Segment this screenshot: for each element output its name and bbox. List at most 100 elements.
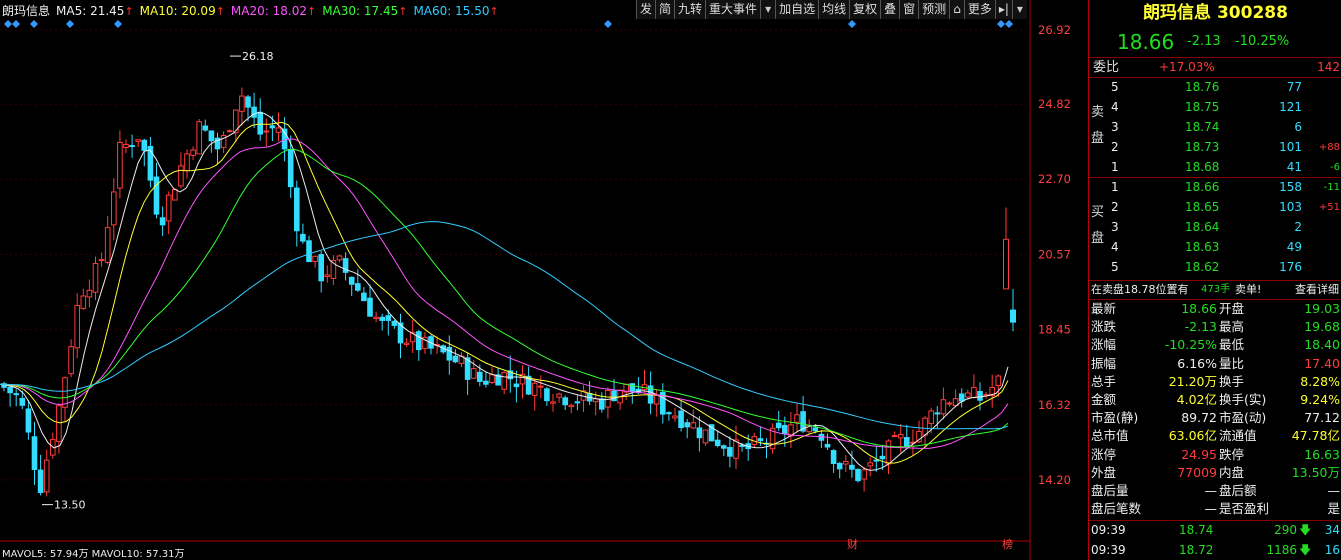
buy-order-row[interactable]: 4 18.63 49 <box>1089 238 1341 257</box>
candle-body <box>830 450 837 465</box>
toolbar-button[interactable]: 重大事件 <box>705 0 761 19</box>
y-axis-tick-label: 22.70 <box>1038 172 1071 186</box>
order-price: 18.75 <box>1185 100 1220 114</box>
stat-label: 涨停 <box>1091 446 1117 462</box>
buy-order-row[interactable]: 1 18.66 158 -11 <box>1089 178 1341 197</box>
toolbar-button[interactable]: 发 <box>636 0 656 19</box>
candle-body <box>324 274 331 277</box>
sell-order-row[interactable]: 2 18.73 101 +88 <box>1089 138 1341 157</box>
order-level: 3 <box>1111 120 1119 134</box>
candle-body <box>836 462 843 470</box>
notice-detail-link[interactable]: 查看详细 <box>1295 280 1339 299</box>
candle-body <box>897 434 904 439</box>
candle-body <box>306 240 312 263</box>
ma-legend: 朗玛信息 MA5: 21.45↑ MA10: 20.09↑ MA20: 18.02↑ M… <box>2 2 505 18</box>
toolbar-button[interactable]: ⌂ <box>949 0 964 19</box>
ma-legend-item: MA20: 18.02 <box>230 4 307 18</box>
toolbar-button[interactable]: ▾ <box>760 0 776 19</box>
toolbar-button[interactable]: 简 <box>655 0 675 19</box>
notice-text: 在卖盘18.78位置有 <box>1091 283 1189 296</box>
order-level: 1 <box>1111 160 1119 174</box>
event-marker-icon <box>1005 20 1013 28</box>
candle-body <box>1003 238 1009 290</box>
stat-value-2: 77.12 <box>1304 410 1340 426</box>
candle-body <box>550 401 556 404</box>
tick-row: 09:39 18.74 290 🡇 34 <box>1089 521 1341 540</box>
stat-label-2: 内盘 <box>1219 464 1245 480</box>
toolbar-button[interactable]: 更多 <box>963 0 995 19</box>
sell-order-row[interactable]: 3 18.74 6 <box>1089 118 1341 137</box>
candle-body <box>861 469 867 480</box>
stat-label: 市盈(静) <box>1091 410 1139 426</box>
toolbar-button[interactable]: 叠 <box>880 0 900 19</box>
candle-body <box>946 402 953 405</box>
stock-name: 朗玛信息 <box>1143 3 1212 23</box>
candle-body <box>867 462 874 467</box>
stat-value: 4.02亿 <box>1176 392 1217 407</box>
candle-body <box>123 143 129 148</box>
stat-label-2: 流通值 <box>1219 428 1257 444</box>
candle-body <box>489 374 495 383</box>
stock-code: 300288 <box>1216 3 1288 23</box>
toolbar-button[interactable]: ▾ <box>1011 0 1027 19</box>
stat-label-2: 开盘 <box>1219 301 1245 316</box>
stat-row: 最新 18.66 开盘 19.03 <box>1089 300 1341 318</box>
kline-chart-svg[interactable]: 26.92 24.82 22.70 20.57 18.45 16.32 14.20 26.18… <box>0 0 1088 560</box>
candle-body <box>184 153 190 172</box>
candle-body <box>355 283 361 291</box>
stat-label: 总市值 <box>1091 428 1129 444</box>
toolbar-button[interactable]: 均线 <box>818 0 850 19</box>
tick-time: 09:39 <box>1091 523 1126 537</box>
buy-side-label: 买 盘 <box>1091 200 1105 252</box>
stat-row: 涨幅 -10.25% 最低 18.40 <box>1089 336 1341 354</box>
stat-value-2: — <box>1327 483 1341 498</box>
candle-body <box>251 106 257 118</box>
buy-order-row[interactable]: 2 18.65 103 +51 <box>1089 198 1341 217</box>
notice-type: 卖单! <box>1235 283 1262 296</box>
candle-body <box>538 385 544 388</box>
buy-label-1: 买 <box>1091 205 1105 220</box>
toolbar-button[interactable]: 复权 <box>849 0 881 19</box>
tick-time: 09:39 <box>1091 543 1126 557</box>
stat-row: 涨停 24.95 跌停 16.63 <box>1089 446 1341 464</box>
candle-body <box>599 398 605 410</box>
stat-row: 总市值 63.06亿 流通值 47.78亿 <box>1089 427 1341 445</box>
event-marker-icon <box>66 20 74 28</box>
candle-body <box>446 346 453 361</box>
stat-value: -10.25% <box>1164 337 1217 353</box>
order-volume: 6 <box>1294 120 1302 134</box>
order-price: 18.64 <box>1185 220 1220 234</box>
candle-body <box>452 355 459 363</box>
ma-legend-stock-name: 朗玛信息 <box>2 4 51 18</box>
candle-body <box>714 439 721 447</box>
y-axis-tick-label: 16.32 <box>1038 398 1071 412</box>
toolbar-button[interactable]: ▸| <box>994 0 1012 19</box>
candle-body <box>556 393 562 398</box>
toolbar-button[interactable]: 加自选 <box>775 0 819 19</box>
sell-order-row[interactable]: 4 18.75 121 <box>1089 98 1341 117</box>
sell-order-row[interactable]: 1 18.68 41 -6 <box>1089 158 1341 177</box>
buy-order-row[interactable]: 5 18.62 176 <box>1089 258 1341 277</box>
candle-body <box>92 263 99 293</box>
ma20-line <box>0 138 1009 449</box>
toolbar-button[interactable]: 九转 <box>674 0 706 19</box>
candle-body <box>190 149 196 156</box>
candle-body <box>416 331 422 351</box>
toolbar-button[interactable]: 窗 <box>899 0 919 19</box>
candle-body <box>775 422 782 429</box>
stat-row: 总手 21.20万 换手 8.28% <box>1089 373 1341 391</box>
rank-event-label: 榜 <box>1002 537 1013 551</box>
candle-body <box>56 405 62 442</box>
candle-body <box>904 437 910 447</box>
order-level: 3 <box>1111 220 1119 234</box>
candle-body <box>849 464 855 470</box>
kline-chart[interactable]: 26.92 24.82 22.70 20.57 18.45 16.32 14.20 26.18… <box>0 0 1088 560</box>
ma60-line <box>0 221 1009 430</box>
order-volume: 121 <box>1279 100 1302 114</box>
high-price-label: 26.18 <box>242 50 274 63</box>
toolbar-button[interactable]: 预测 <box>918 0 950 19</box>
buy-order-row[interactable]: 3 18.64 2 <box>1089 218 1341 237</box>
candle-body <box>653 394 660 405</box>
sell-order-row[interactable]: 5 18.76 77 <box>1089 78 1341 97</box>
order-level: 4 <box>1111 240 1119 254</box>
